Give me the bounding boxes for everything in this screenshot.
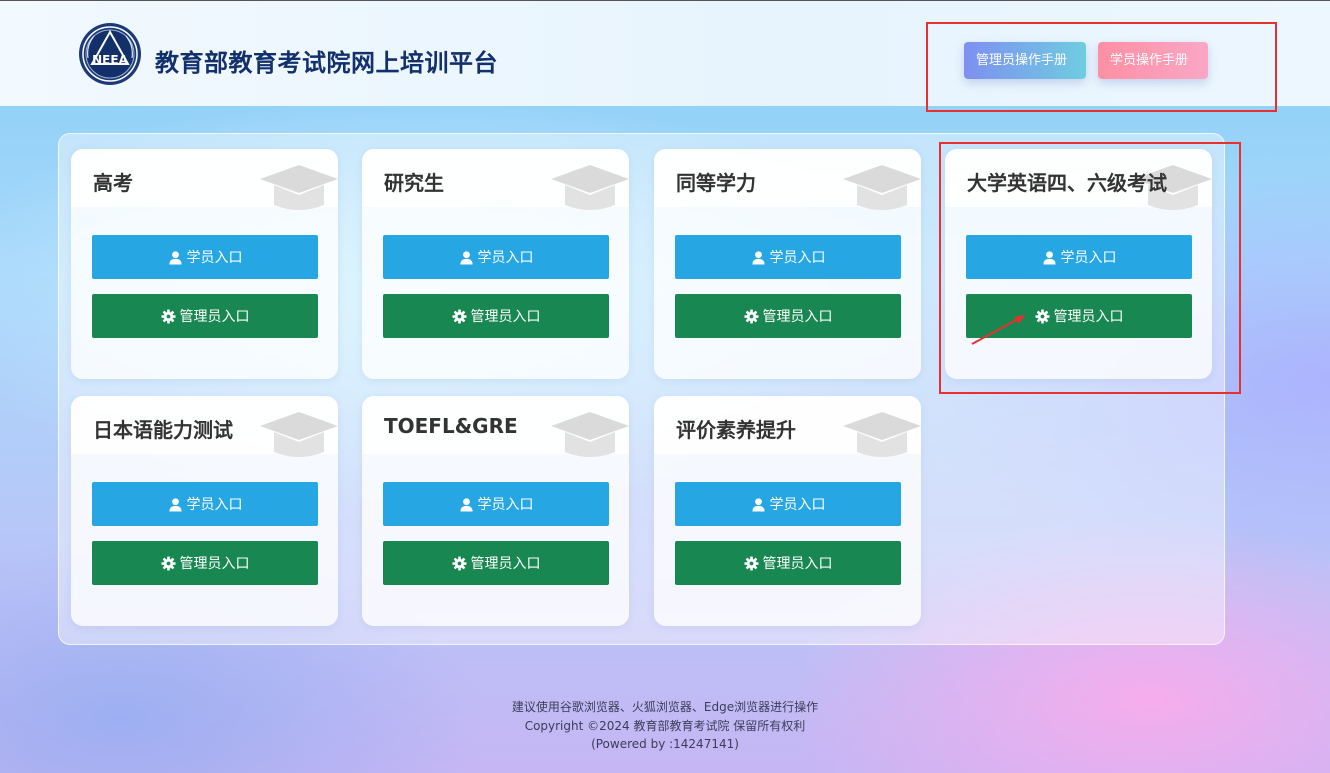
student-entry-button[interactable]: 学员入口	[383, 235, 609, 279]
card-title: 研究生	[384, 171, 444, 195]
admin-manual-button[interactable]: 管理员操作手册	[964, 42, 1086, 79]
student-entry-label: 学员入口	[769, 250, 826, 266]
student-entry-label: 学员入口	[186, 497, 243, 513]
gear-icon	[1034, 308, 1050, 324]
exam-card-gaokao: 高考 学员入口 管理员入口	[71, 149, 338, 379]
admin-entry-button[interactable]: 管理员入口	[675, 541, 901, 585]
user-icon	[459, 250, 473, 265]
graduation-cap-icon	[551, 165, 629, 210]
exam-card-cet: 大学英语四、六级考试 学员入口 管理员入口	[945, 149, 1212, 379]
header: NEEA 教育部教育考试院网上培训平台 管理员操作手册 学员操作手册	[0, 0, 1330, 106]
admin-entry-label: 管理员入口	[470, 309, 541, 325]
card-title: 高考	[93, 171, 133, 195]
gear-icon	[160, 308, 176, 324]
card-title: 评价素养提升	[676, 418, 796, 442]
admin-entry-label: 管理员入口	[470, 556, 541, 572]
card-title: 日本语能力测试	[93, 418, 233, 442]
footer: 建议使用谷歌浏览器、火狐浏览器、Edge浏览器进行操作 Copyright ©2…	[0, 698, 1330, 754]
student-entry-button[interactable]: 学员入口	[383, 482, 609, 526]
admin-entry-button[interactable]: 管理员入口	[92, 541, 318, 585]
exam-card-evaluation-literacy: 评价素养提升 学员入口 管理员入口	[654, 396, 921, 626]
exam-card-equivalent-degree: 同等学力 学员入口 管理员入口	[654, 149, 921, 379]
graduation-cap-icon	[260, 412, 338, 457]
footer-browser-tip: 建议使用谷歌浏览器、火狐浏览器、Edge浏览器进行操作	[511, 700, 819, 714]
admin-entry-label: 管理员入口	[1053, 309, 1124, 325]
user-icon	[751, 497, 765, 512]
student-entry-label: 学员入口	[1060, 250, 1117, 266]
admin-entry-button[interactable]: 管理员入口	[675, 294, 901, 338]
student-entry-label: 学员入口	[477, 250, 534, 266]
card-title: TOEFL&GRE	[384, 414, 518, 438]
admin-entry-label: 管理员入口	[762, 556, 833, 572]
exam-card-toefl-gre: TOEFL&GRE 学员入口 管理员入口	[362, 396, 629, 626]
exam-card-postgraduate: 研究生 学员入口 管理员入口	[362, 149, 629, 379]
graduation-cap-icon	[843, 165, 921, 210]
admin-entry-button[interactable]: 管理员入口	[383, 294, 609, 338]
logo-text: NEEA	[92, 53, 128, 67]
graduation-cap-icon	[260, 165, 338, 210]
admin-entry-button[interactable]: 管理员入口	[92, 294, 318, 338]
student-entry-label: 学员入口	[477, 497, 534, 513]
gear-icon	[451, 308, 467, 324]
admin-entry-label: 管理员入口	[179, 556, 250, 572]
user-icon	[168, 250, 182, 265]
user-icon	[168, 497, 182, 512]
student-entry-button[interactable]: 学员入口	[92, 235, 318, 279]
site-title: 教育部教育考试院网上培训平台	[155, 49, 498, 77]
neea-logo[interactable]: NEEA	[78, 22, 142, 86]
student-entry-button[interactable]: 学员入口	[966, 235, 1192, 279]
admin-entry-label: 管理员入口	[762, 309, 833, 325]
admin-entry-button[interactable]: 管理员入口	[966, 294, 1192, 338]
student-entry-label: 学员入口	[186, 250, 243, 266]
graduation-cap-icon	[551, 412, 629, 457]
student-entry-label: 学员入口	[769, 497, 826, 513]
admin-entry-label: 管理员入口	[179, 309, 250, 325]
graduation-cap-icon	[843, 412, 921, 457]
user-icon	[1042, 250, 1056, 265]
student-entry-button[interactable]: 学员入口	[92, 482, 318, 526]
student-entry-button[interactable]: 学员入口	[675, 235, 901, 279]
user-icon	[751, 250, 765, 265]
footer-copyright: Copyright ©2024 教育部教育考试院 保留所有权利	[524, 718, 806, 733]
gear-icon	[451, 555, 467, 571]
student-entry-button[interactable]: 学员入口	[675, 482, 901, 526]
card-title: 大学英语四、六级考试	[967, 171, 1167, 195]
admin-entry-button[interactable]: 管理员入口	[383, 541, 609, 585]
gear-icon	[160, 555, 176, 571]
exam-card-jlpt: 日本语能力测试 学员入口 管理员入口	[71, 396, 338, 626]
user-icon	[459, 497, 473, 512]
gear-icon	[743, 555, 759, 571]
student-manual-button[interactable]: 学员操作手册	[1098, 42, 1208, 79]
card-title: 同等学力	[676, 171, 756, 195]
gear-icon	[743, 308, 759, 324]
footer-powered-by: (Powered by :14247141)	[591, 737, 739, 751]
